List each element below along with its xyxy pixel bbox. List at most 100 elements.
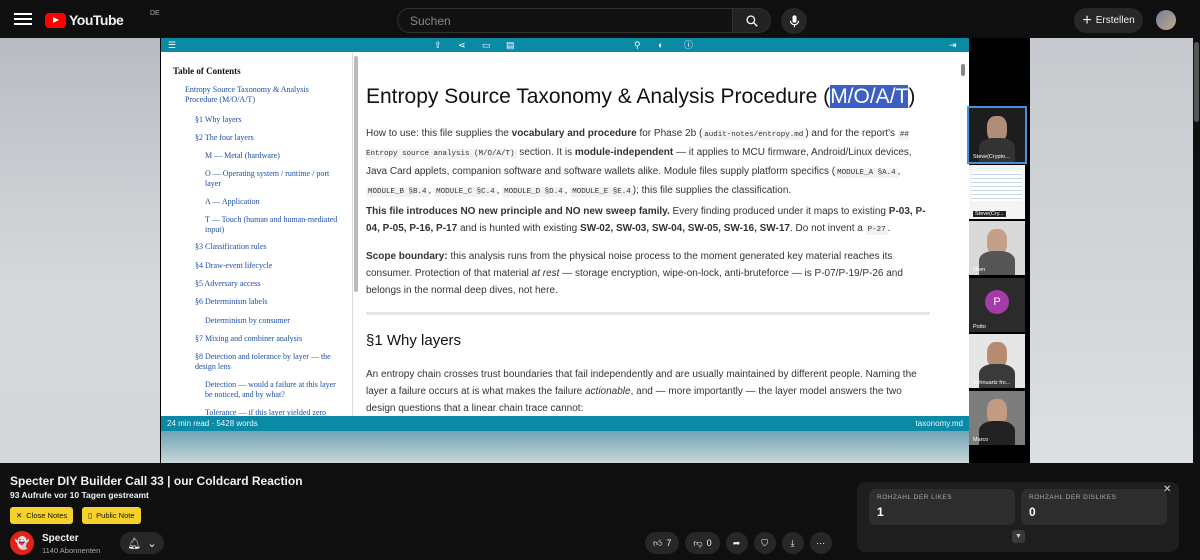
table-of-contents: Table of Contents Entropy Source Taxonom…: [161, 52, 353, 416]
save-icon[interactable]: ▤: [506, 39, 515, 51]
voice-search-button[interactable]: [781, 8, 807, 34]
more-icon: ⋯: [816, 537, 826, 548]
participant-avatar: P: [985, 290, 1009, 314]
close-notes-button[interactable]: ✕ Close Notes: [10, 507, 74, 524]
channel-name[interactable]: Specter: [42, 533, 79, 544]
search-input[interactable]: [397, 8, 733, 33]
more-button[interactable]: ⋯: [809, 532, 832, 554]
create-label: Erstellen: [1095, 15, 1135, 26]
thumbs-down-icon: 👎︎: [693, 537, 703, 548]
subscriber-count: 1140 Abonnenten: [42, 546, 101, 555]
toc-item[interactable]: §4 Draw-event lifecycle: [195, 261, 272, 271]
bookmark-icon: ⛉: [761, 537, 768, 548]
toc-toggle-icon[interactable]: ☰: [168, 39, 176, 51]
likes-stat-value: 1: [877, 505, 884, 519]
microphone-icon: [789, 14, 799, 27]
viewer-toolbar: ☰ ⇪ ⋖ ▭ ▤ ⚲ ◐ ⓘ ⇥: [161, 38, 969, 52]
like-count: 7: [666, 538, 672, 548]
participant-tile[interactable]: Steve(Crypto...: [967, 106, 1027, 164]
video-player[interactable]: ☰ ⇪ ⋖ ▭ ▤ ⚲ ◐ ⓘ ⇥ Table of Contents Entr…: [0, 38, 1193, 463]
toc-item[interactable]: §5 Adversary access: [195, 279, 260, 289]
toc-item[interactable]: Detection — would a failure at this laye…: [205, 380, 343, 400]
paragraph-no-new-principle: This file introduces NO new principle an…: [366, 206, 926, 235]
hamburger-menu-icon[interactable]: [14, 10, 32, 30]
section-divider: [366, 312, 930, 315]
download-button[interactable]: ⤓: [781, 532, 804, 554]
dislikes-stat-value: 0: [1029, 505, 1036, 519]
plus-icon: +: [1082, 11, 1092, 29]
participant-tile[interactable]: Oren: [969, 221, 1025, 275]
search-icon: [745, 14, 758, 27]
account-avatar[interactable]: [1156, 10, 1176, 30]
toc-item[interactable]: Determinism by consumer: [205, 316, 290, 326]
export-icon[interactable]: ⇪: [434, 39, 442, 51]
reading-stats: 24 min read · 5428 words: [167, 419, 258, 428]
paragraph-scope-boundary: Scope boundary: this analysis runs from …: [366, 251, 903, 296]
youtube-logo[interactable]: YouTube DE: [45, 10, 160, 28]
participant-tile[interactable]: Steve(Cry...: [969, 165, 1025, 219]
close-stats-icon[interactable]: ✕: [1163, 484, 1171, 495]
participant-name: Steve(Crypto...: [973, 154, 1010, 160]
toc-item[interactable]: §3 Classification rules: [195, 242, 267, 252]
chevron-down-icon: ⌄: [147, 537, 157, 550]
toc-item[interactable]: §2 The four layers: [195, 133, 254, 143]
participant-name: Steve(Cry...: [973, 211, 1006, 217]
likes-stat: ROHZAHL DER LIKES 1: [869, 489, 1015, 525]
document-content: Entropy Source Taxonomy & Analysis Proce…: [358, 52, 958, 416]
participant-strip: Steve(Crypto... Steve(Cry... Oren P Pott…: [967, 106, 1027, 448]
dislike-count: 0: [706, 538, 712, 548]
toc-item[interactable]: O — Operating system / runtime / port la…: [205, 169, 343, 189]
search-bar: [397, 8, 771, 33]
ghost-logo-icon: 👻: [14, 536, 30, 550]
share-button[interactable]: ➦: [725, 532, 748, 554]
exit-icon[interactable]: ⇥: [949, 39, 957, 51]
dislike-button[interactable]: 👎︎ 0: [685, 532, 720, 554]
toc-item[interactable]: §6 Determinism labels: [195, 297, 267, 307]
toc-item[interactable]: §7 Mixing and combiner analysis: [195, 334, 302, 344]
like-button[interactable]: 👍︎ 7: [645, 532, 680, 554]
participant-name: Marco: [973, 437, 989, 443]
participant-tile[interactable]: Schnuartz fro...: [969, 334, 1025, 388]
toc-item[interactable]: T — Touch (human and human-mediated inpu…: [205, 215, 343, 235]
theme-icon[interactable]: ◐: [658, 39, 663, 51]
toc-item[interactable]: M — Metal (hardware): [205, 151, 280, 161]
create-button[interactable]: + Erstellen: [1074, 8, 1143, 33]
notification-bell-button[interactable]: 🔔︎ ⌄: [120, 532, 164, 554]
participant-tile[interactable]: P Potto: [969, 278, 1025, 332]
chevron-down-icon: ▼: [1015, 533, 1022, 540]
video-title: Specter DIY Builder Call 33 | our Coldca…: [10, 474, 303, 488]
download-icon: ⤓: [790, 537, 795, 548]
logo-text: YouTube: [69, 12, 124, 28]
selected-text: M/O/A/T: [830, 85, 909, 108]
document-scrollbar-thumb[interactable]: [961, 64, 965, 76]
toc-item[interactable]: A — Application: [205, 197, 260, 207]
section-heading: §1 Why layers: [366, 332, 462, 349]
save-button[interactable]: ⛉: [753, 532, 776, 554]
masthead: YouTube DE + Erstellen: [0, 0, 1200, 40]
public-note-button[interactable]: ▯ Public Note: [82, 507, 141, 524]
toc-item[interactable]: §8 Detection and tolerance by layer — th…: [195, 352, 343, 372]
bell-icon: 🔔︎: [127, 537, 142, 550]
info-icon[interactable]: ⓘ: [684, 39, 693, 51]
share-icon[interactable]: ⋖: [458, 39, 466, 51]
document-title: Entropy Source Taxonomy & Analysis Proce…: [366, 85, 916, 108]
toc-item[interactable]: Tolerance — if this layer yielded zero: [205, 408, 343, 416]
search-button[interactable]: [733, 8, 771, 33]
paragraph-how-to-use: How to use: this file supplies the vocab…: [366, 128, 912, 197]
search-icon[interactable]: ⚲: [634, 39, 641, 51]
country-code: DE: [150, 10, 160, 17]
toc-item[interactable]: §1 Why layers: [195, 115, 242, 125]
collapse-stats-button[interactable]: ▼: [1012, 530, 1025, 543]
file-name: taxonomy.md: [915, 419, 963, 428]
share-icon: ➦: [732, 537, 741, 548]
screen-share-preview: [972, 171, 1022, 201]
toc-item[interactable]: Entropy Source Taxonomy & Analysis Proce…: [185, 85, 335, 105]
channel-avatar[interactable]: 👻: [10, 531, 34, 555]
paragraph-why-layers: An entropy chain crosses trust boundarie…: [366, 369, 917, 414]
participant-tile[interactable]: Marco: [969, 391, 1025, 445]
action-bar: 👍︎ 7 👎︎ 0 ➦ ⛉ ⤓ ⋯: [645, 532, 832, 554]
play-logo-icon: [45, 12, 66, 28]
taskbar-area: [161, 431, 969, 463]
page-scrollbar-thumb[interactable]: [1194, 42, 1199, 122]
print-icon[interactable]: ▭: [482, 39, 491, 51]
